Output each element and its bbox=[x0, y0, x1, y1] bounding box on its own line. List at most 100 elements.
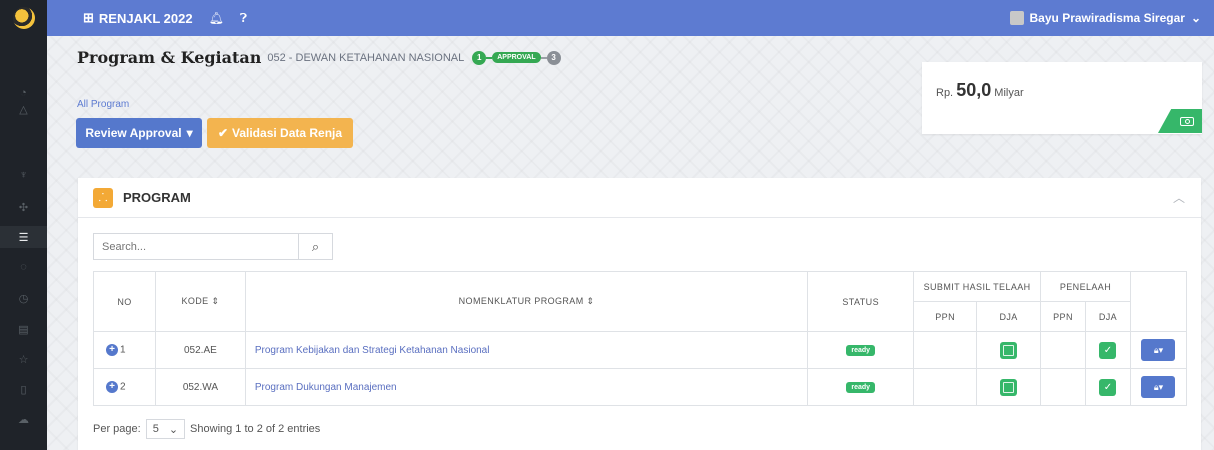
step-3: 3 bbox=[546, 50, 561, 65]
check-icon: ✓ bbox=[1099, 378, 1117, 396]
review-approval-button[interactable]: Review Approval ▾ bbox=[76, 118, 202, 148]
search-icon[interactable]: ⌕ bbox=[298, 234, 332, 259]
chevron-down-icon: ⌄ bbox=[168, 423, 179, 436]
table-row: +1 052.AE Program Kebijakan dan Strategi… bbox=[93, 331, 1188, 369]
user-name: Bayu Prawiradisma Siregar bbox=[1029, 11, 1185, 25]
row-no: +1 bbox=[93, 331, 156, 369]
check-circle-icon: ✔ bbox=[217, 126, 228, 140]
breadcrumb[interactable]: All Program bbox=[77, 99, 129, 110]
page-title: Program & Kegiatan bbox=[77, 48, 262, 67]
trophy-icon[interactable]: ♆ bbox=[0, 164, 47, 186]
budget-amount: Rp. 50,0 Milyar bbox=[936, 80, 1024, 100]
page-subtitle: 052 - DEWAN KETAHANAN NASIONAL bbox=[267, 51, 465, 64]
search-input[interactable] bbox=[94, 234, 298, 259]
col-actions bbox=[1129, 271, 1188, 332]
row-submit-dja bbox=[976, 331, 1042, 369]
col-submit-dja: DJA bbox=[976, 301, 1042, 332]
help-icon[interactable]: ❓︎ bbox=[240, 11, 247, 26]
row-status: ready bbox=[807, 368, 915, 406]
status-badge: ready bbox=[846, 345, 876, 356]
row-kode: 052.WA bbox=[154, 368, 246, 406]
main-content: Program & Kegiatan 052 - DEWAN KETAHANAN… bbox=[47, 36, 1214, 450]
check-square-icon bbox=[1000, 378, 1018, 396]
collapse-icon[interactable]: ︿ bbox=[1173, 189, 1185, 206]
validate-data-button[interactable]: ✔ Validasi Data Renja bbox=[207, 118, 353, 148]
row-submit-dja bbox=[976, 368, 1042, 406]
budget-value: 50,0 bbox=[956, 80, 992, 100]
row-penelaah-ppn bbox=[1040, 368, 1086, 406]
home-icon[interactable]: △ bbox=[0, 98, 47, 120]
step-1: 1 bbox=[472, 50, 487, 65]
col-penelaah-ppn: PPN bbox=[1040, 301, 1086, 332]
col-kode[interactable]: KODE ⇕ bbox=[154, 271, 246, 332]
sitemap-icon: ⸫ bbox=[93, 187, 113, 208]
lock-icon: 🔒︎ bbox=[1153, 345, 1159, 355]
calendar-icon[interactable]: ▤ bbox=[0, 318, 47, 340]
card-header: ⸫ PROGRAM ︿ bbox=[78, 178, 1201, 218]
user-menu[interactable]: Bayu Prawiradisma Siregar ⌄ bbox=[1009, 11, 1201, 25]
validate-data-label: Validasi Data Renja bbox=[232, 126, 343, 140]
pagination: Per page: 5 ⌄ Showing 1 to 2 of 2 entrie… bbox=[93, 419, 320, 439]
lock-dropdown-button[interactable]: 🔒︎▾ bbox=[1141, 376, 1176, 398]
card-title: PROGRAM bbox=[123, 190, 191, 205]
sidebar: ◔ △ ♆ ✣ ☰ ◌ ◷ ▤ ☆ ▯ ☁ bbox=[0, 0, 47, 450]
row-submit-ppn bbox=[913, 368, 978, 406]
check-icon: ✓ bbox=[1099, 341, 1117, 359]
program-link[interactable]: Program Dukungan Manajemen bbox=[255, 382, 397, 393]
row-penelaah-dja: ✓ bbox=[1085, 331, 1131, 369]
logo-icon bbox=[12, 7, 35, 29]
list-icon[interactable]: ☰ bbox=[0, 226, 47, 248]
caret-down-icon: ▾ bbox=[186, 126, 193, 140]
file-icon[interactable]: ▯ bbox=[0, 378, 47, 400]
row-status: ready bbox=[807, 331, 915, 369]
row-penelaah-dja: ✓ bbox=[1085, 368, 1131, 406]
status-badge: ready bbox=[846, 382, 876, 393]
row-nomenklatur: Program Dukungan Manajemen bbox=[244, 368, 809, 406]
chevron-down-icon: ⌄ bbox=[1190, 11, 1201, 25]
col-no: NO bbox=[93, 271, 156, 332]
program-card: ⸫ PROGRAM ︿ ⌕ NO KODE ⇕ NOMENKLATUR PROG… bbox=[78, 178, 1201, 450]
row-no: +2 bbox=[93, 368, 156, 406]
avatar bbox=[1009, 11, 1024, 25]
col-penelaah-dja: DJA bbox=[1085, 301, 1131, 332]
search-box: ⌕ bbox=[93, 233, 333, 260]
bell-icon[interactable]: 🔔︎ bbox=[209, 11, 224, 25]
expand-icon[interactable]: + bbox=[106, 381, 118, 393]
col-submit-hasil-telaah: SUBMIT HASIL TELAAH bbox=[913, 271, 1042, 302]
check-square-icon bbox=[1000, 341, 1018, 359]
approval-steps: 1 APPROVAL 3 bbox=[472, 50, 561, 65]
topbar: ⊞ RENJAKL 2022 🔔︎ ❓︎ Bayu Prawiradisma S… bbox=[47, 0, 1214, 36]
expand-icon[interactable]: + bbox=[106, 344, 118, 356]
search-icon[interactable]: ◌ bbox=[0, 256, 47, 278]
row-actions: 🔒︎▾ bbox=[1129, 331, 1188, 369]
col-submit-ppn: PPN bbox=[913, 301, 978, 332]
clock-icon[interactable]: ◷ bbox=[0, 287, 47, 309]
app-name: RENJAKL 2022 bbox=[98, 10, 193, 26]
budget-card: Rp. 50,0 Milyar bbox=[922, 62, 1202, 134]
per-page-select[interactable]: 5 ⌄ bbox=[145, 419, 186, 439]
per-page-label: Per page: bbox=[93, 423, 141, 435]
money-icon bbox=[1158, 109, 1202, 133]
program-table: NO KODE ⇕ NOMENKLATUR PROGRAM ⇕ STATUS S… bbox=[93, 271, 1188, 406]
entries-summary: Showing 1 to 2 of 2 entries bbox=[190, 423, 321, 435]
row-penelaah-ppn bbox=[1040, 331, 1086, 369]
table-row: +2 052.WA Program Dukungan Manajemen rea… bbox=[93, 368, 1188, 406]
cloud-icon[interactable]: ☁ bbox=[0, 408, 47, 430]
row-actions: 🔒︎▾ bbox=[1129, 368, 1188, 406]
brand-logo[interactable] bbox=[0, 0, 47, 36]
row-kode: 052.AE bbox=[154, 331, 246, 369]
col-status: STATUS bbox=[807, 271, 915, 332]
grid-icon: ⊞ bbox=[83, 10, 94, 25]
app-switcher[interactable]: ⊞ RENJAKL 2022 bbox=[83, 10, 193, 26]
page-header: Program & Kegiatan 052 - DEWAN KETAHANAN… bbox=[77, 48, 561, 67]
gear-icon[interactable]: ✣ bbox=[0, 196, 47, 218]
col-penelaah: PENELAAH bbox=[1040, 271, 1131, 302]
step-approval: APPROVAL bbox=[492, 52, 541, 63]
lock-icon: 🔒︎ bbox=[1153, 382, 1159, 392]
star-icon[interactable]: ☆ bbox=[0, 348, 47, 370]
row-submit-ppn bbox=[913, 331, 978, 369]
col-nomenklatur[interactable]: NOMENKLATUR PROGRAM ⇕ bbox=[244, 271, 809, 332]
review-approval-label: Review Approval bbox=[85, 126, 182, 140]
lock-dropdown-button[interactable]: 🔒︎▾ bbox=[1141, 339, 1176, 361]
program-link[interactable]: Program Kebijakan dan Strategi Ketahanan… bbox=[255, 345, 490, 356]
